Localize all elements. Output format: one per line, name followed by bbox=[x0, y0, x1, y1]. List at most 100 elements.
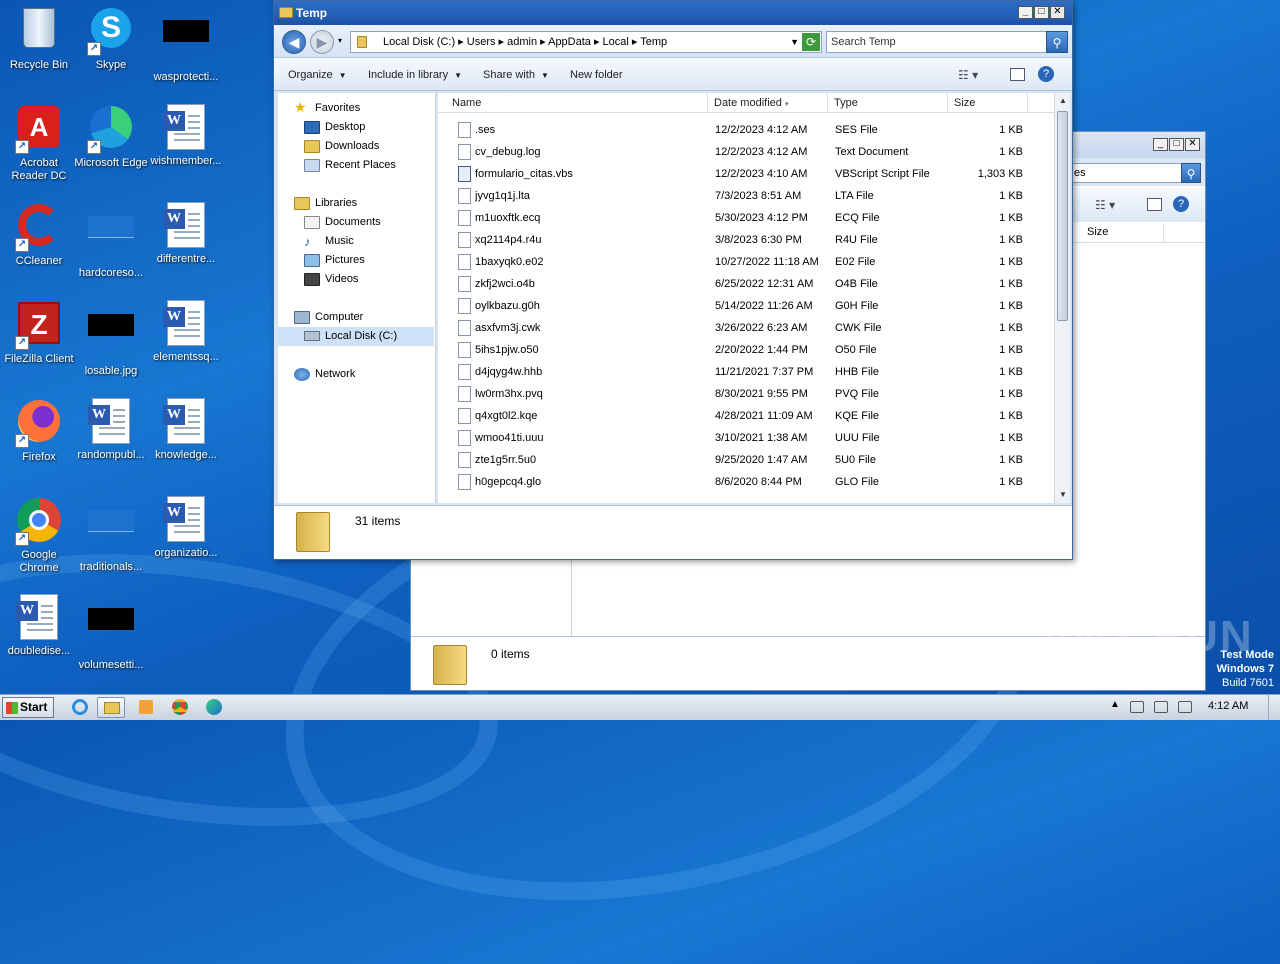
nav-desktop[interactable]: Desktop bbox=[304, 118, 365, 137]
network-tray-icon[interactable] bbox=[1154, 701, 1168, 713]
show-desktop-button[interactable] bbox=[1268, 695, 1280, 720]
file-row[interactable]: h0gepcq4.glo 8/6/2020 8:44 PM GLO File 1 KB bbox=[438, 471, 1038, 493]
view-options-icon[interactable]: ☷ ▾ bbox=[958, 68, 978, 82]
forward-arrow-icon[interactable]: ▶ bbox=[310, 30, 334, 54]
nav-documents[interactable]: Documents bbox=[304, 213, 381, 232]
desktop-icon[interactable]: ↗ Google Chrome bbox=[0, 496, 78, 575]
file-row[interactable]: .ses 12/2/2023 4:12 AM SES File 1 KB bbox=[438, 119, 1038, 141]
desktop-icon[interactable]: Welementssq... bbox=[147, 300, 225, 364]
desktop-icon[interactable]: ↗ CCleaner bbox=[0, 202, 78, 268]
search-icon[interactable]: ⚲ bbox=[1181, 163, 1201, 183]
file-row[interactable]: zte1g5rr.5u0 9/25/2020 1:47 AM 5U0 File 1 K… bbox=[438, 449, 1038, 471]
desktop-icon[interactable]: losable.jpg bbox=[72, 300, 150, 378]
clock[interactable]: 4:12 AM bbox=[1208, 700, 1248, 712]
recent-pages-dropdown-icon[interactable]: ▾ bbox=[338, 36, 342, 45]
desktop-icon[interactable]: ↗ Firefox bbox=[0, 398, 78, 464]
monitor-icon[interactable] bbox=[1178, 701, 1192, 713]
close-icon[interactable]: ✕ bbox=[1050, 6, 1065, 19]
background-search-input[interactable]: es ⚲ bbox=[1071, 163, 1201, 183]
new-folder-button[interactable]: New folder bbox=[570, 58, 623, 92]
file-row[interactable]: lw0rm3hx.pvq 8/30/2021 9:55 PM PVQ File 1 K… bbox=[438, 383, 1038, 405]
file-row[interactable]: wmoo41ti.uuu 3/10/2021 1:38 AM UUU File 1 K… bbox=[438, 427, 1038, 449]
vertical-scrollbar[interactable]: ▲ ▼ bbox=[1054, 93, 1070, 503]
nav-favorites[interactable]: ★ Favorites bbox=[294, 99, 360, 118]
back-arrow-icon[interactable]: ◀ bbox=[282, 30, 306, 54]
address-bar[interactable]: Local Disk (C:) ▸ Users ▸ admin ▸ AppDat… bbox=[350, 31, 822, 53]
preview-pane-icon[interactable] bbox=[1147, 198, 1162, 211]
preview-pane-icon[interactable] bbox=[1010, 68, 1025, 81]
file-row[interactable]: asxfvm3j.cwk 3/26/2022 6:23 AM CWK File 1 K… bbox=[438, 317, 1038, 339]
desktop-icon[interactable]: ↗ Microsoft Edge bbox=[72, 104, 150, 170]
column-date-modified[interactable]: Date modified ▾ bbox=[708, 93, 828, 113]
file-row[interactable]: cv_debug.log 12/2/2023 4:12 AM Text Docume… bbox=[438, 141, 1038, 163]
taskbar-chrome-icon[interactable] bbox=[166, 697, 194, 718]
file-row[interactable]: m1uoxftk.ecq 5/30/2023 4:12 PM ECQ File 1 K… bbox=[438, 207, 1038, 229]
file-row[interactable]: xq2114p4.r4u 3/8/2023 6:30 PM R4U File 1 KB bbox=[438, 229, 1038, 251]
edge-icon: ↗ bbox=[87, 106, 135, 154]
nav-libraries[interactable]: Libraries bbox=[294, 194, 357, 213]
file-row[interactable]: formulario_citas.vbs 12/2/2023 4:10 AM VBS… bbox=[438, 163, 1038, 185]
breadcrumb[interactable]: Local Disk (C:) ▸ Users ▸ admin ▸ AppDat… bbox=[383, 36, 667, 48]
taskbar-internet-explorer-icon[interactable] bbox=[66, 697, 94, 718]
address-dropdown-icon[interactable]: ▼ bbox=[790, 32, 799, 52]
desktop-icon[interactable]: Wwishmember... bbox=[147, 104, 225, 168]
share-with-menu[interactable]: Share with ▼ bbox=[483, 58, 549, 92]
taskbar-media-player-icon[interactable] bbox=[132, 697, 160, 718]
file-row[interactable]: zkfj2wci.o4b 6/25/2022 12:31 AM O4B File 1 … bbox=[438, 273, 1038, 295]
nav-music[interactable]: ♪ Music bbox=[304, 232, 354, 251]
desktop-icon[interactable]: traditionals... bbox=[72, 496, 150, 574]
desktop-icon[interactable]: wasprotecti... bbox=[147, 6, 225, 84]
desktop-icon[interactable]: Wdoubledise... bbox=[0, 594, 78, 658]
desktop-icon[interactable]: S ↗ Skype bbox=[72, 6, 150, 72]
nav-recent-places[interactable]: Recent Places bbox=[304, 156, 396, 175]
file-row[interactable]: oylkbazu.g0h 5/14/2022 11:26 AM G0H File 1 … bbox=[438, 295, 1038, 317]
maximize-icon[interactable]: □ bbox=[1169, 138, 1184, 151]
nav-videos[interactable]: Videos bbox=[304, 270, 358, 289]
desktop-icon[interactable]: Worganizatio... bbox=[147, 496, 225, 560]
explorer-window[interactable]: Temp _ □ ✕ ◀ ▶ ▾ Local Disk (C:) ▸ Users… bbox=[273, 0, 1073, 560]
file-row[interactable]: q4xgt0l2.kqe 4/28/2021 11:09 AM KQE File 1 … bbox=[438, 405, 1038, 427]
taskbar-explorer-icon[interactable] bbox=[97, 697, 125, 718]
show-hidden-icons-icon[interactable]: ▲ bbox=[1110, 699, 1120, 710]
file-row[interactable]: 5ihs1pjw.o50 2/20/2022 1:44 PM O50 File 1 K… bbox=[438, 339, 1038, 361]
file-row[interactable]: jyvg1q1j.lta 7/3/2023 8:51 AM LTA File 1 KB bbox=[438, 185, 1038, 207]
help-icon[interactable]: ? bbox=[1173, 196, 1189, 212]
nav-computer[interactable]: Computer bbox=[294, 308, 363, 327]
desktop-icon[interactable]: volumesetti... bbox=[72, 594, 150, 672]
help-icon[interactable]: ? bbox=[1038, 66, 1054, 82]
taskbar-edge-icon[interactable] bbox=[200, 697, 228, 718]
column-size[interactable]: Size bbox=[948, 93, 1028, 113]
desktop-icon[interactable]: Wknowledge... bbox=[147, 398, 225, 462]
refresh-icon[interactable]: ⟳ bbox=[802, 33, 820, 51]
file-row[interactable]: d4jqyg4w.hhb 11/21/2021 7:37 PM HHB File 1 … bbox=[438, 361, 1038, 383]
desktop-icon[interactable]: hardcoreso... bbox=[72, 202, 150, 280]
search-icon[interactable]: ⚲ bbox=[1046, 31, 1068, 53]
view-options-icon[interactable]: ☷ ▾ bbox=[1095, 198, 1115, 212]
nav-local-disk[interactable]: Local Disk (C:) bbox=[278, 327, 434, 346]
close-icon[interactable]: ✕ bbox=[1185, 138, 1200, 151]
maximize-icon[interactable]: □ bbox=[1034, 6, 1049, 19]
desktop-icon[interactable]: Wdifferentre... bbox=[147, 202, 225, 266]
speaker-icon[interactable] bbox=[1130, 701, 1144, 713]
start-button[interactable]: Start bbox=[2, 697, 54, 718]
background-column-size[interactable]: Size bbox=[1087, 226, 1108, 238]
desktop-icon[interactable]: Z ↗ FileZilla Client bbox=[0, 300, 78, 366]
minimize-icon[interactable]: _ bbox=[1018, 6, 1033, 19]
window-titlebar[interactable]: Temp _ □ ✕ bbox=[274, 1, 1072, 25]
scrollbar-thumb[interactable] bbox=[1057, 111, 1068, 321]
nav-downloads[interactable]: Downloads bbox=[304, 137, 379, 156]
organize-menu[interactable]: Organize ▼ bbox=[288, 58, 347, 92]
scroll-down-icon[interactable]: ▼ bbox=[1055, 487, 1071, 503]
desktop-icon[interactable]: Recycle Bin bbox=[0, 6, 78, 72]
desktop-icon[interactable]: Wrandompubl... bbox=[72, 398, 150, 462]
nav-pictures[interactable]: Pictures bbox=[304, 251, 365, 270]
desktop-icon[interactable]: A ↗ Acrobat Reader DC bbox=[0, 104, 78, 183]
scroll-up-icon[interactable]: ▲ bbox=[1055, 93, 1071, 109]
include-in-library-menu[interactable]: Include in library ▼ bbox=[368, 58, 462, 92]
minimize-icon[interactable]: _ bbox=[1153, 138, 1168, 151]
nav-network[interactable]: Network bbox=[294, 365, 355, 384]
column-type[interactable]: Type bbox=[828, 93, 948, 113]
column-name[interactable]: Name bbox=[446, 93, 708, 113]
file-row[interactable]: 1baxyqk0.e02 10/27/2022 11:18 AM E02 File 1… bbox=[438, 251, 1038, 273]
search-input[interactable]: Search Temp ⚲ bbox=[826, 31, 1068, 53]
